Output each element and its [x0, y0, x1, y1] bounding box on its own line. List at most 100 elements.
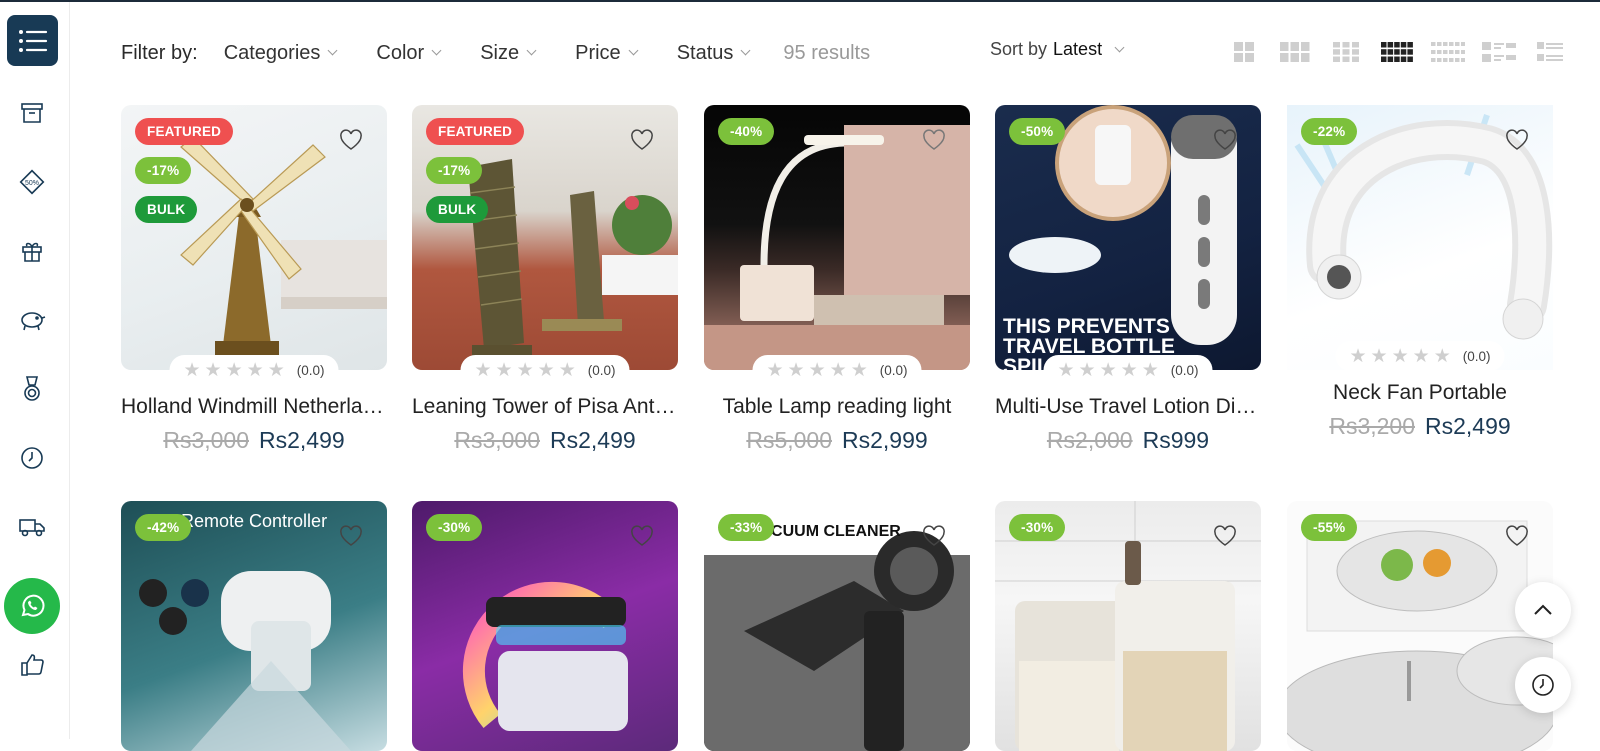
discount-tag-icon[interactable]: 50%	[17, 167, 47, 197]
sale-price: Rs2,499	[550, 427, 636, 453]
product-card[interactable]: FEATURED -17% BULK ★ ★ ★ ★ ★ (0.0) Holland W…	[121, 105, 387, 465]
thumbs-up-icon[interactable]	[17, 650, 47, 680]
product-card[interactable]: -40% ★ ★ ★ ★ ★ (0.0) Table Lamp reading ligh…	[704, 105, 970, 465]
grid-4-view-button[interactable]	[1320, 40, 1371, 64]
product-card[interactable]: FEATURED -17% BULK ★ ★ ★ ★ ★ (0.0) Leaning T…	[412, 105, 678, 465]
star-icon: ★	[1433, 345, 1451, 367]
discount-badge: -55%	[1301, 514, 1358, 541]
wishlist-heart-icon[interactable]	[922, 525, 946, 547]
product-image[interactable]: -30%	[412, 501, 678, 751]
product-image[interactable]: -55%	[1287, 501, 1553, 751]
star-icon: ★	[183, 359, 201, 381]
discount-badge: -30%	[1009, 514, 1066, 541]
star-icon: ★	[537, 359, 555, 381]
old-price: Rs3,000	[454, 427, 540, 453]
truck-icon[interactable]	[17, 512, 47, 542]
star-icon: ★	[1120, 359, 1138, 381]
wishlist-heart-icon[interactable]	[1505, 525, 1529, 547]
product-card[interactable]: Remote Controller -42%	[121, 501, 387, 751]
bulk-badge: BULK	[426, 196, 489, 223]
image-caption: Remote Controller	[181, 511, 328, 531]
wishlist-heart-icon[interactable]	[922, 129, 946, 151]
product-image[interactable]: -22%	[1287, 105, 1553, 370]
product-price: Rs3,000 Rs2,499	[412, 427, 678, 454]
grid-5-view-button[interactable]	[1371, 40, 1422, 64]
wishlist-heart-icon[interactable]	[1213, 525, 1237, 547]
rating: ★ ★ ★ ★ ★ (0.0)	[1335, 341, 1505, 371]
piggy-bank-icon[interactable]	[17, 305, 47, 335]
chevron-up-icon	[1534, 604, 1552, 615]
star-icon: ★	[766, 359, 784, 381]
product-title[interactable]: Neck Fan Portable	[1287, 381, 1553, 405]
filter-size[interactable]: Size	[480, 42, 537, 65]
rating: ★ ★ ★ ★ ★ (0.0)	[169, 355, 339, 385]
compact-list-view-button[interactable]	[1524, 40, 1575, 64]
product-card[interactable]: -22% ★ ★ ★ ★ ★ (0.0) Neck Fan Portable Rs3,2…	[1287, 105, 1553, 465]
product-image[interactable]: THIS PREVENTS TRAVEL BOTTLE SPILLS -50%	[995, 105, 1261, 370]
sort-value: Latest	[1053, 39, 1103, 59]
product-image[interactable]: -30%	[995, 501, 1261, 751]
filter-categories[interactable]: Categories	[224, 42, 338, 65]
product-image[interactable]: Remote Controller -42%	[121, 501, 387, 751]
sort-prefix: Sort by	[990, 39, 1048, 59]
clock-icon[interactable]	[17, 443, 47, 473]
product-title[interactable]: Table Lamp reading light	[704, 395, 970, 419]
gift-icon[interactable]	[17, 236, 47, 266]
product-card[interactable]: -55%	[1287, 501, 1553, 751]
product-image[interactable]: VACUUM CLEANER -33%	[704, 501, 970, 751]
product-card[interactable]: THIS PREVENTS TRAVEL BOTTLE SPILLS -50% …	[995, 105, 1261, 465]
discount-badge: -17%	[426, 157, 483, 184]
view-switcher	[1218, 40, 1575, 64]
rating-count: (0.0)	[879, 362, 908, 378]
wishlist-heart-icon[interactable]	[1505, 129, 1529, 151]
product-card[interactable]: VACUUM CLEANER -33%	[704, 501, 970, 751]
star-icon: ★	[808, 359, 826, 381]
grid-6-view-button[interactable]	[1422, 40, 1473, 64]
scroll-to-top-button[interactable]	[1515, 582, 1571, 638]
grid-3-view-button[interactable]	[1269, 40, 1320, 64]
product-image[interactable]: FEATURED -17% BULK	[121, 105, 387, 370]
discount-badge: -17%	[135, 157, 192, 184]
wishlist-heart-icon[interactable]	[1213, 129, 1237, 151]
grid-2-view-button[interactable]	[1218, 40, 1269, 64]
chevron-down-icon	[740, 45, 751, 56]
compact-list-icon	[1536, 42, 1563, 61]
star-icon: ★	[558, 359, 576, 381]
product-title[interactable]: Multi-Use Travel Lotion Dispenser	[995, 395, 1261, 419]
product-title[interactable]: Leaning Tower of Pisa Antique	[412, 395, 678, 419]
sidebar: 50%	[0, 2, 70, 739]
discount-badge: -40%	[718, 118, 775, 145]
rating: ★ ★ ★ ★ ★ (0.0)	[460, 355, 630, 385]
filter-color[interactable]: Color	[376, 42, 442, 65]
grid-3-icon	[1279, 42, 1309, 62]
product-card[interactable]: -30%	[995, 501, 1261, 751]
product-card[interactable]: -30%	[412, 501, 678, 751]
filter-status[interactable]: Status	[677, 42, 751, 65]
product-price: Rs2,000 Rs999	[995, 427, 1261, 454]
wishlist-heart-icon[interactable]	[630, 129, 654, 151]
star-icon: ★	[1057, 359, 1075, 381]
wishlist-heart-icon[interactable]	[339, 129, 363, 151]
product-title[interactable]: Holland Windmill Netherlands	[121, 395, 387, 419]
list-view-button[interactable]	[1473, 40, 1524, 64]
filter-price[interactable]: Price	[575, 41, 639, 65]
results-count: 95 results	[783, 41, 871, 64]
wishlist-heart-icon[interactable]	[630, 525, 654, 547]
chevron-down-icon	[628, 45, 639, 56]
whatsapp-button[interactable]	[4, 578, 60, 634]
wishlist-heart-icon[interactable]	[339, 525, 363, 547]
product-image[interactable]: -40%	[704, 105, 970, 370]
old-price: Rs3,000	[163, 427, 249, 453]
old-price: Rs3,200	[1329, 413, 1415, 439]
archive-icon[interactable]	[17, 98, 47, 128]
medal-icon[interactable]	[17, 374, 47, 404]
star-icon: ★	[1099, 359, 1117, 381]
rating-count: (0.0)	[296, 362, 325, 378]
product-image[interactable]: FEATURED -17% BULK	[412, 105, 678, 370]
history-button[interactable]	[1515, 657, 1571, 713]
menu-button[interactable]	[7, 15, 58, 66]
star-icon: ★	[204, 359, 222, 381]
sort-dropdown[interactable]: Sort by Latest	[990, 39, 1125, 60]
star-icon: ★	[225, 359, 243, 381]
filter-price-label: Price	[575, 41, 621, 64]
